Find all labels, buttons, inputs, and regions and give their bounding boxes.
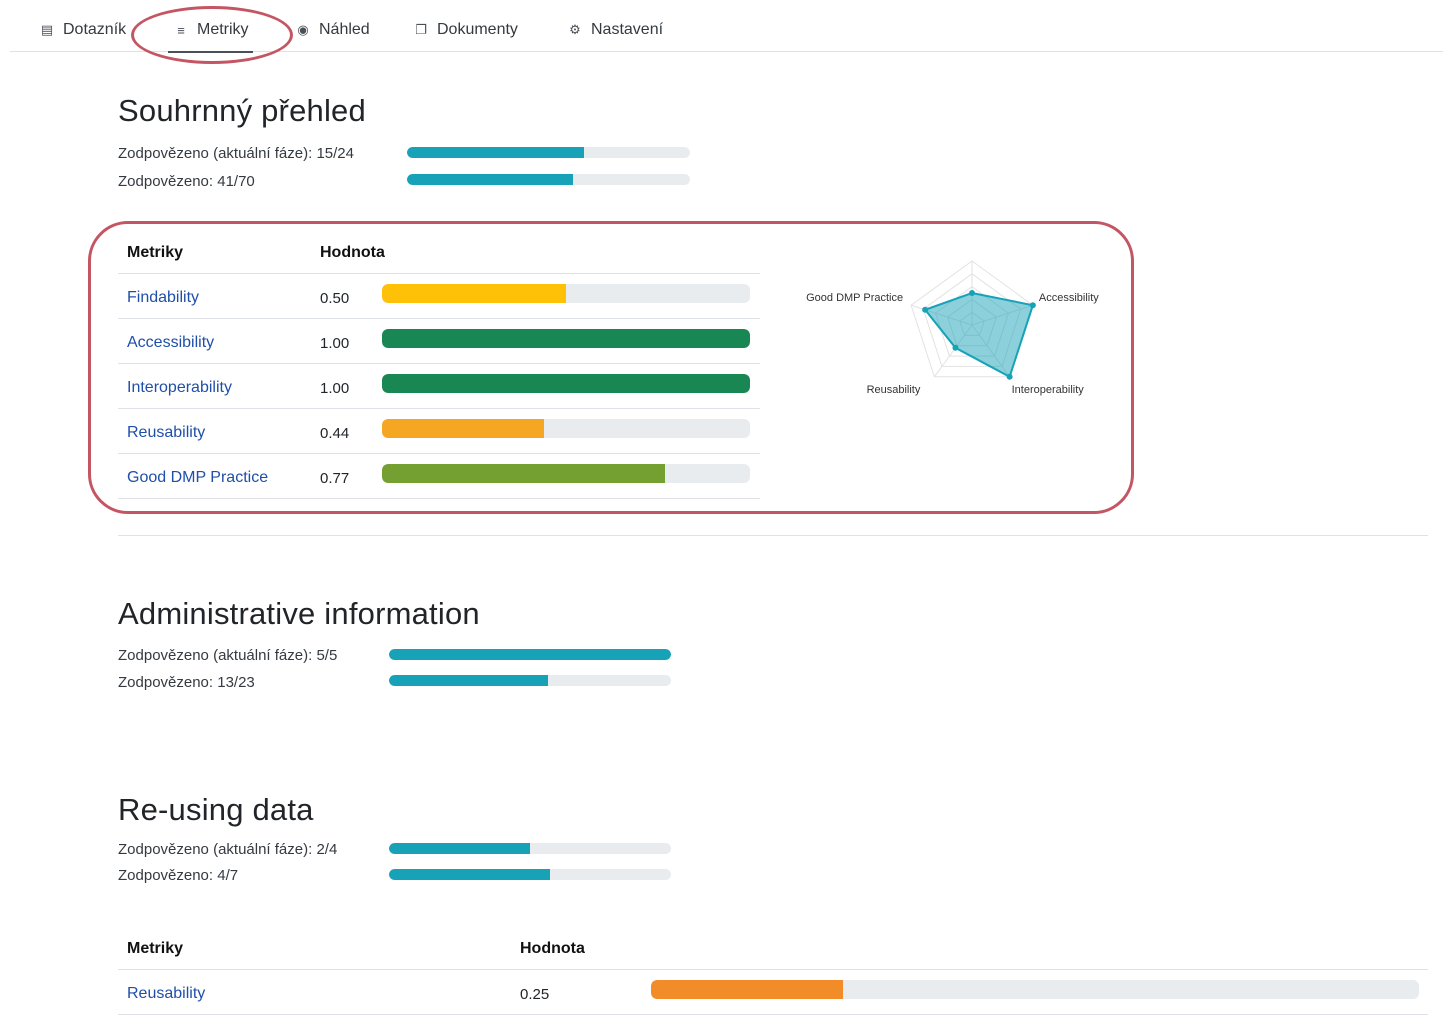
divider [118, 453, 760, 454]
admin-progress-phase-bar [389, 649, 671, 660]
divider [118, 408, 760, 409]
tab-label: Dokumenty [437, 21, 518, 38]
divider [118, 273, 760, 274]
progress-fill [407, 174, 573, 185]
section-divider [118, 535, 1428, 536]
reuse-progress-phase-bar [389, 843, 671, 854]
metric-value: 0.25 [520, 986, 550, 1003]
section-title-reusing-data: Re-using data [118, 792, 314, 827]
metrics-header: Metriky [127, 244, 184, 261]
progress-fill [389, 869, 551, 880]
section-title-administrative: Administrative information [118, 596, 480, 631]
divider [118, 318, 760, 319]
tab-label: Nastavení [591, 21, 664, 38]
metric-link-reusability[interactable]: Reusability [127, 424, 205, 442]
summary-progress-total-bar [407, 174, 690, 185]
progress-fill [407, 147, 584, 158]
summary-title: Souhrnný přehled [118, 93, 366, 128]
summary-progress-total-label: Zodpovězeno: 41/70 [118, 173, 255, 190]
admin-progress-phase-label: Zodpovězeno (aktuální fáze): 5/5 [118, 647, 338, 664]
metric-bar [651, 980, 1419, 999]
metric-bar-fill [382, 464, 666, 483]
metric-bar [382, 284, 750, 303]
radar-point [1006, 373, 1013, 380]
radar-point [952, 344, 959, 351]
admin-progress-total-bar [389, 675, 671, 686]
divider [118, 498, 760, 499]
metric-bar [382, 374, 750, 393]
metric-value: 1.00 [320, 335, 350, 352]
metric-value: 0.77 [320, 470, 350, 487]
gears-icon: ⚙ [569, 22, 581, 37]
metric-link-findability[interactable]: Findability [127, 289, 199, 307]
metric-link-interoperability[interactable]: Interoperability [127, 379, 232, 397]
tab-label: Náhled [319, 21, 370, 38]
metric-link-good-dmp-practice[interactable]: Good DMP Practice [127, 469, 268, 487]
metric-value: 1.00 [320, 380, 350, 397]
chart-icon: ≡ [177, 22, 185, 38]
reuse-progress-total-label: Zodpovězeno: 4/7 [118, 867, 239, 884]
divider [118, 1014, 1428, 1015]
tab-metriky[interactable]: ≡ Metriky [168, 8, 253, 53]
reuse-progress-phase-label: Zodpovězeno (aktuální fáze): 2/4 [118, 841, 338, 858]
progress-fill [389, 843, 530, 854]
tab-bar: ▤ Dotazník ≡ Metriky ◉ Náhled ❐ Dokument… [10, 8, 1443, 53]
tab-dotaznik[interactable]: ▤ Dotazník [38, 8, 126, 52]
metric-link-accessibility[interactable]: Accessibility [127, 334, 214, 352]
admin-progress-total-label: Zodpovězeno: 13/23 [118, 674, 255, 691]
metric-bar [382, 419, 750, 438]
tab-label: Metriky [197, 21, 249, 38]
metric-bar [382, 329, 750, 348]
value-header: Hodnota [520, 940, 585, 957]
divider [118, 969, 1428, 970]
metric-bar-fill [382, 329, 750, 348]
value-header: Hodnota [320, 244, 385, 261]
metric-bar-fill [651, 980, 843, 999]
summary-progress-phase-label: Zodpovězeno (aktuální fáze): 15/24 [118, 145, 354, 162]
summary-progress-phase-bar [407, 147, 690, 158]
progress-fill [389, 649, 671, 660]
progress-fill [389, 675, 549, 686]
reuse-progress-total-bar [389, 869, 671, 880]
list-icon: ▤ [40, 22, 54, 37]
radar-chart: FindabilityAccessibilityInteroperability… [806, 260, 1099, 396]
radar-point [1029, 302, 1036, 309]
metric-value: 0.50 [320, 290, 350, 307]
tab-dokumenty[interactable]: ❐ Dokumenty [412, 8, 518, 52]
divider [118, 363, 760, 364]
documents-icon: ❐ [415, 22, 427, 37]
radar-label: Good DMP Practice [806, 292, 903, 304]
eye-icon: ◉ [297, 22, 309, 37]
metric-bar-fill [382, 284, 566, 303]
tab-nastaveni[interactable]: ⚙ Nastavení [566, 8, 663, 52]
metric-link-reusability[interactable]: Reusability [127, 985, 205, 1003]
radar-label: Reusability [867, 384, 921, 396]
metric-bar [382, 464, 750, 483]
radar-point [969, 290, 975, 296]
metric-value: 0.44 [320, 425, 350, 442]
tab-nahled[interactable]: ◉ Náhled [294, 8, 370, 52]
tab-label: Dotazník [63, 21, 127, 38]
metric-bar-fill [382, 419, 544, 438]
metrics-header: Metriky [127, 940, 184, 957]
metric-bar-fill [382, 374, 750, 393]
radar-point [922, 306, 929, 313]
radar-label: Accessibility [1039, 292, 1099, 304]
radar-label: Interoperability [1012, 384, 1085, 396]
